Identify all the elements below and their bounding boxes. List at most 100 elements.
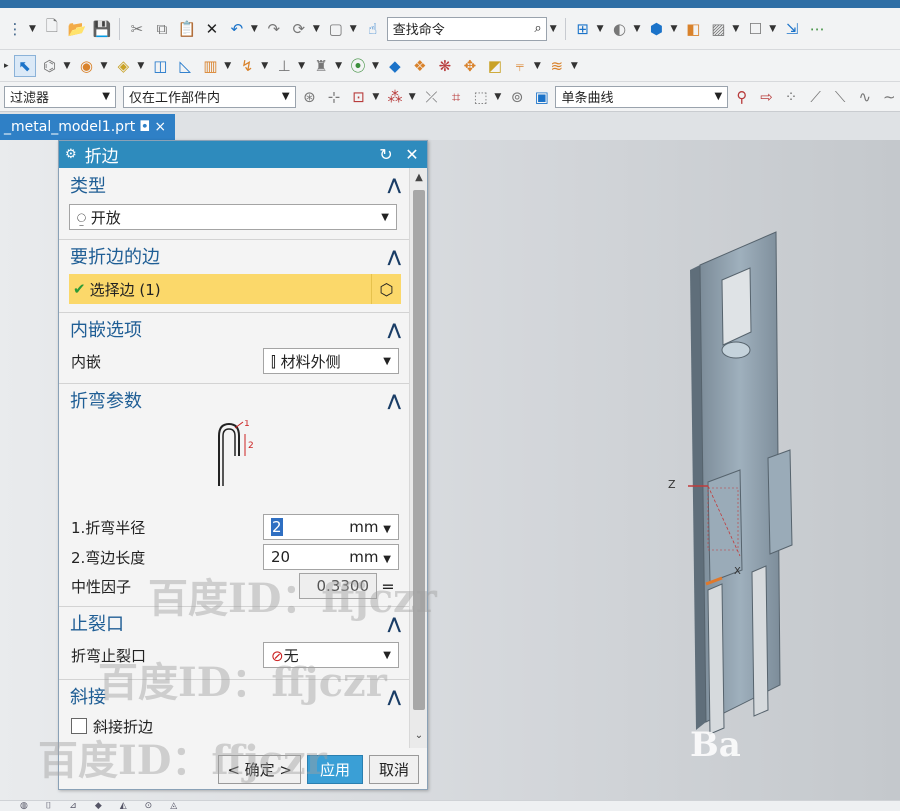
deselect-icon[interactable]: ⤫ bbox=[421, 86, 443, 108]
undo-icon[interactable]: ↶ bbox=[226, 18, 248, 40]
dropdown-arrow-icon[interactable]: ▼ bbox=[29, 24, 36, 34]
unbend-icon[interactable]: ▥ bbox=[199, 55, 221, 77]
gusset-icon[interactable]: ⫧ bbox=[509, 55, 531, 77]
flange-dropdown-icon[interactable]: ▼ bbox=[100, 61, 107, 71]
cancel-button[interactable]: 取消 bbox=[369, 755, 419, 784]
curve-rule-dropdown[interactable]: 单条曲线 ▼ bbox=[555, 85, 729, 108]
gusset-dropdown-icon[interactable]: ▼ bbox=[534, 61, 541, 71]
tab-dropdown-icon[interactable]: ▼ bbox=[64, 61, 71, 71]
pin-icon[interactable]: ◘ bbox=[139, 119, 150, 135]
contour-dropdown-icon[interactable]: ▼ bbox=[137, 61, 144, 71]
solid-body-icon[interactable]: ▣ bbox=[531, 86, 553, 108]
reset-icon[interactable]: ↻ bbox=[377, 145, 395, 164]
snap-tangent-icon[interactable]: ⟍ bbox=[829, 86, 851, 108]
corner-icon[interactable]: ↯ bbox=[236, 55, 258, 77]
snap-point-icon[interactable]: ⊹ bbox=[323, 86, 345, 108]
apply-button[interactable]: 应用 bbox=[307, 755, 363, 784]
command-search-input[interactable]: 查找命令 ⌕ bbox=[386, 16, 547, 41]
sheet-metal-tab-icon[interactable]: ⌬ bbox=[39, 55, 61, 77]
type-dropdown[interactable]: ⍜ 开放 ▼ bbox=[69, 204, 397, 230]
bottom-tool-icon[interactable]: ⊿ bbox=[69, 801, 77, 811]
punch-icon[interactable]: ⊥ bbox=[273, 55, 295, 77]
orient-dropdown-icon[interactable]: ▼ bbox=[670, 24, 677, 34]
snap-arc-icon[interactable]: ∼ bbox=[879, 86, 900, 108]
dialog-title-bar[interactable]: ⚙ 折边 ↻ ✕ bbox=[59, 141, 427, 168]
bend-icon[interactable]: ◺ bbox=[174, 55, 196, 77]
section-type-header[interactable]: 类型 ⋀ bbox=[59, 168, 409, 201]
general-selection-icon[interactable]: ⊛ bbox=[299, 86, 321, 108]
new-file-icon[interactable]: 🗋 bbox=[41, 17, 63, 40]
thicken-icon[interactable]: ≋ bbox=[546, 55, 568, 77]
selection-intent-icon[interactable]: ⊡ bbox=[348, 86, 370, 108]
document-tab[interactable]: _metal_model1.prt ◘ × bbox=[0, 114, 175, 140]
bottom-tool-icon[interactable]: ◭ bbox=[120, 801, 127, 811]
cube-select-icon[interactable]: ⬡ bbox=[371, 274, 401, 304]
select-body-icon[interactable]: ⌗ bbox=[445, 86, 467, 108]
section-bend-header[interactable]: 折弯参数 ⋀ bbox=[59, 383, 409, 416]
snap-endpoint-icon[interactable]: ⇨ bbox=[756, 86, 778, 108]
quick-pick-dropdown-icon[interactable]: ▼ bbox=[409, 92, 416, 102]
paste-icon[interactable]: 📋 bbox=[176, 18, 198, 40]
miter-checkbox[interactable] bbox=[71, 718, 87, 734]
quick-pick-icon[interactable]: ⁂ bbox=[384, 86, 406, 108]
render-style-icon[interactable]: ◐ bbox=[609, 18, 631, 40]
search-dropdown-icon[interactable]: ▼ bbox=[550, 24, 557, 34]
scope-filter-dropdown[interactable]: 仅在工作部件内 ▼ bbox=[122, 85, 296, 108]
orient-view-icon[interactable]: ⬢ bbox=[645, 18, 667, 40]
rectangle-select-icon[interactable]: ⬚ bbox=[470, 86, 492, 108]
punch-dropdown-icon[interactable]: ▼ bbox=[298, 61, 305, 71]
save-icon[interactable]: 💾 bbox=[91, 18, 113, 40]
snap-line-icon[interactable]: ⟋ bbox=[805, 86, 827, 108]
copy-icon[interactable]: ⧉ bbox=[151, 18, 173, 40]
menu-bar[interactable] bbox=[0, 0, 900, 8]
hole-icon[interactable]: ⦿ bbox=[347, 55, 369, 77]
close-icon[interactable]: ✕ bbox=[403, 145, 421, 164]
close-tab-icon[interactable]: × bbox=[154, 119, 166, 135]
scroll-up-icon[interactable]: ▲ bbox=[410, 172, 428, 183]
cut-icon[interactable]: ✂ bbox=[126, 18, 148, 40]
layer-icon[interactable]: ◧ bbox=[682, 18, 704, 40]
collapse-caret-icon[interactable]: ⋀ bbox=[388, 175, 401, 194]
selection-box-icon[interactable]: ▢ bbox=[325, 18, 347, 40]
flange-icon[interactable]: ◉ bbox=[75, 55, 97, 77]
chevron-down-icon[interactable]: ▼ bbox=[383, 554, 391, 565]
bend-radius-input[interactable]: 2 mm ▼ bbox=[263, 514, 399, 540]
repeat-dropdown-icon[interactable]: ▼ bbox=[313, 24, 320, 34]
inset-dropdown[interactable]: ⫿ 材料外侧 ▼ bbox=[263, 348, 399, 374]
snap-icon[interactable]: ⚲ bbox=[731, 86, 753, 108]
corner-dropdown-icon[interactable]: ▼ bbox=[261, 61, 268, 71]
collapse-caret-icon[interactable]: ⋀ bbox=[388, 320, 401, 339]
bottom-tool-icon[interactable]: ◆ bbox=[95, 801, 102, 811]
fit-view-icon[interactable]: ⊞ bbox=[572, 18, 594, 40]
touch-mode-icon[interactable]: ☝ bbox=[362, 18, 384, 40]
undo-dropdown-icon[interactable]: ▼ bbox=[251, 24, 258, 34]
louver-icon[interactable]: ◫ bbox=[149, 55, 171, 77]
thicken-dropdown-icon[interactable]: ▼ bbox=[571, 61, 578, 71]
hole-dropdown-icon[interactable]: ▼ bbox=[372, 61, 379, 71]
repeat-command-icon[interactable]: ⟳ bbox=[288, 18, 310, 40]
select-edge-row[interactable]: ✔ 选择边 (1) ⬡ bbox=[69, 274, 401, 304]
scrollbar-thumb[interactable] bbox=[413, 190, 425, 710]
convert-icon[interactable]: ❋ bbox=[434, 55, 456, 77]
collapse-caret-icon[interactable]: ⋀ bbox=[388, 391, 401, 410]
render-dropdown-icon[interactable]: ▼ bbox=[634, 24, 641, 34]
selection-dropdown-icon[interactable]: ▼ bbox=[350, 24, 357, 34]
background-dropdown-icon[interactable]: ▼ bbox=[769, 24, 776, 34]
background-icon[interactable]: ☐ bbox=[744, 18, 766, 40]
bottom-tool-icon[interactable]: ⊙ bbox=[145, 801, 153, 811]
bottom-tool-icon[interactable]: ⌷ bbox=[46, 801, 51, 811]
flange-length-input[interactable]: 20 mm ▼ bbox=[263, 544, 399, 570]
show-dropdown-icon[interactable]: ▼ bbox=[732, 24, 739, 34]
open-folder-icon[interactable]: 📂 bbox=[66, 18, 88, 40]
flat-pattern-icon[interactable]: ❖ bbox=[409, 55, 431, 77]
section-miter-header[interactable]: 斜接 ⋀ bbox=[59, 679, 409, 712]
menu-dropdown-icon[interactable]: ⋮ bbox=[4, 18, 26, 40]
collapse-caret-icon[interactable]: ⋀ bbox=[388, 687, 401, 706]
type-filter-dropdown[interactable]: 过滤器 ▼ bbox=[4, 85, 116, 108]
show-feature-icon[interactable]: ⊚ bbox=[506, 86, 528, 108]
more-tools-icon[interactable]: ⋯ bbox=[806, 18, 828, 40]
assembly-icon[interactable]: ⇲ bbox=[781, 18, 803, 40]
dialog-content[interactable]: 类型 ⋀ ⍜ 开放 ▼ 要折边的边 ⋀ ✔ 选择边 (1) ⬡ 内嵌选项 ⋀ 内… bbox=[59, 168, 409, 748]
gear-icon[interactable]: ⚙ bbox=[65, 147, 77, 162]
rip-icon[interactable]: ✥ bbox=[459, 55, 481, 77]
